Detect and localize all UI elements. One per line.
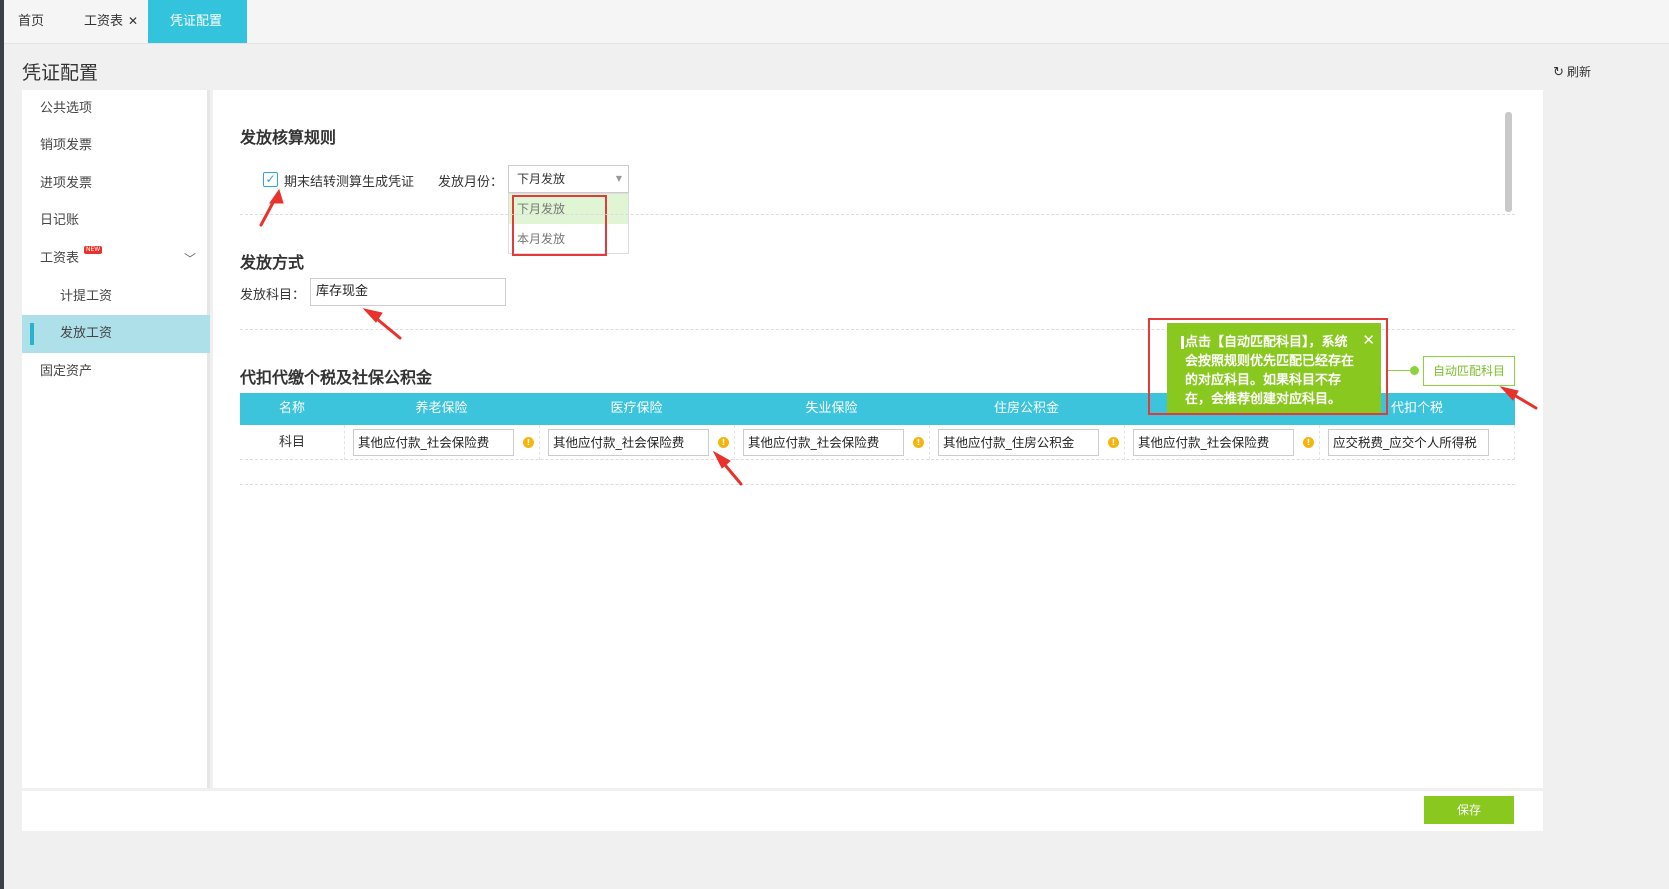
scrollbar[interactable] [1505, 112, 1512, 212]
tab-payroll[interactable]: 工资表 ✕ [84, 0, 138, 43]
account-input[interactable]: 其他应付款_住房公积金 [938, 429, 1099, 456]
account-input[interactable]: 其他应付款_社会保险费 [743, 429, 904, 456]
connector-dot [1410, 366, 1419, 375]
connector-line [1388, 370, 1410, 371]
table-cell: 其他应付款_社会保险费 ! [539, 425, 734, 460]
tab-bar: 首页 工资表 ✕ 凭证配置✕ [4, 0, 1669, 71]
highlight-box [1148, 318, 1388, 415]
column-header: 养老保险 [415, 401, 468, 416]
account-input[interactable]: 其他应付款_社会保险费 [353, 429, 514, 456]
sidebar-item-label: 计提工资 [60, 289, 113, 304]
caret-down-icon: ▼ [615, 174, 622, 183]
column-header: 失业保险 [805, 401, 858, 416]
account-input[interactable]: 应交税费_应交个人所得税 [1328, 429, 1489, 456]
close-icon[interactable]: ✕ [128, 14, 138, 28]
tab-voucher-config[interactable]: 凭证配置✕ [148, 0, 247, 71]
main-content: 发放核算规则 ✓ 期末结转测算生成凭证 发放月份： 下月发放 ▼ 下月发放 本月… [213, 90, 1543, 788]
table-row: 科目 其他应付款_社会保险费 ! 其他应付款_社会保险费 ! 其他应付款_社会保… [240, 425, 1515, 460]
table-cell: 其他应付款_社会保险费 ! [344, 425, 539, 460]
sidebar-item-label: 进项发票 [40, 176, 93, 191]
table-cell: 其他应付款_社会保险费 ! [734, 425, 929, 460]
tab-label: 首页 [18, 14, 45, 29]
month-label: 发放月份： [438, 175, 504, 190]
warning-icon: ! [1108, 437, 1119, 448]
tab-label: 工资表 [84, 14, 124, 29]
check-icon: ✓ [265, 172, 276, 186]
sidebar-item-payroll[interactable]: 工资表 NEW ﹀ [22, 240, 210, 278]
page-header: 凭证配置 ↻ 刷新 [4, 44, 1669, 90]
account-input[interactable]: 其他应付款_社会保险费 [1133, 429, 1294, 456]
refresh-button[interactable]: ↻ 刷新 [1553, 63, 1591, 80]
sidebar-item-common-options[interactable]: 公共选项 [22, 90, 210, 128]
refresh-label: 刷新 [1566, 65, 1591, 79]
sidebar-item-sales-invoice[interactable]: 销项发票 [22, 127, 210, 165]
month-select[interactable]: 下月发放 ▼ [508, 165, 629, 193]
sidebar-item-label: 销项发票 [40, 138, 93, 153]
table-cell: 其他应付款_住房公积金 ! [929, 425, 1124, 460]
sidebar-item-label: 固定资产 [40, 364, 93, 379]
sidebar-item-accrue-salary[interactable]: 计提工资 [22, 278, 210, 316]
select-value: 下月发放 [517, 172, 566, 186]
account-label: 发放科目： [240, 288, 306, 303]
new-badge: NEW [84, 246, 103, 254]
divider [240, 484, 1515, 485]
sidebar-item-pay-salary[interactable]: 发放工资 [22, 315, 210, 353]
sidebar-item-label: 公共选项 [40, 101, 93, 116]
section-title-method: 发放方式 [240, 253, 305, 272]
sidebar-item-label: 日记账 [40, 213, 80, 228]
sidebar-item-fixed-assets[interactable]: 固定资产 [22, 353, 210, 391]
period-end-checkbox[interactable]: ✓ [263, 172, 278, 187]
section-title-withholding: 代扣代缴个税及社保公积金 [240, 368, 433, 387]
account-input[interactable]: 其他应付款_社会保险费 [548, 429, 709, 456]
warning-icon: ! [523, 437, 534, 448]
sidebar-item-purchase-invoice[interactable]: 进项发票 [22, 165, 210, 203]
page-title: 凭证配置 [22, 62, 99, 84]
divider [240, 214, 1515, 215]
highlight-box [512, 195, 607, 256]
refresh-icon: ↻ [1553, 65, 1564, 80]
table-cell: 应交税费_应交个人所得税 [1319, 425, 1515, 460]
left-edge-strip [0, 0, 4, 889]
chevron-down-icon[interactable]: ﹀ [184, 240, 196, 278]
sidebar-item-label: 工资表 [40, 251, 80, 266]
column-header: 住房公积金 [993, 401, 1059, 416]
column-header: 名称 [278, 401, 305, 416]
warning-icon: ! [913, 437, 924, 448]
warning-icon: ! [1303, 437, 1314, 448]
sidebar-item-journal[interactable]: 日记账 [22, 202, 210, 240]
tab-label: 凭证配置 [170, 14, 223, 29]
checkbox-label: 期末结转测算生成凭证 [284, 175, 415, 190]
sidebar: 公共选项 销项发票 进项发票 日记账 工资表 NEW ﹀ 计提工资 发放工资 固… [22, 90, 210, 788]
sidebar-item-label: 发放工资 [60, 326, 113, 341]
auto-match-button[interactable]: 自动匹配科目 [1423, 356, 1515, 386]
table-cell: 其他应付款_社会保险费 ! [1124, 425, 1319, 460]
row-label: 科目 [278, 435, 305, 450]
column-header: 医疗保险 [610, 401, 663, 416]
section-title-rules: 发放核算规则 [240, 128, 337, 147]
save-button[interactable]: 保存 [1424, 796, 1514, 824]
footer-bar: 保存 [22, 791, 1543, 831]
account-input[interactable]: 库存现金 [310, 278, 506, 306]
warning-icon: ! [718, 437, 729, 448]
tab-home[interactable]: 首页 [18, 0, 44, 43]
